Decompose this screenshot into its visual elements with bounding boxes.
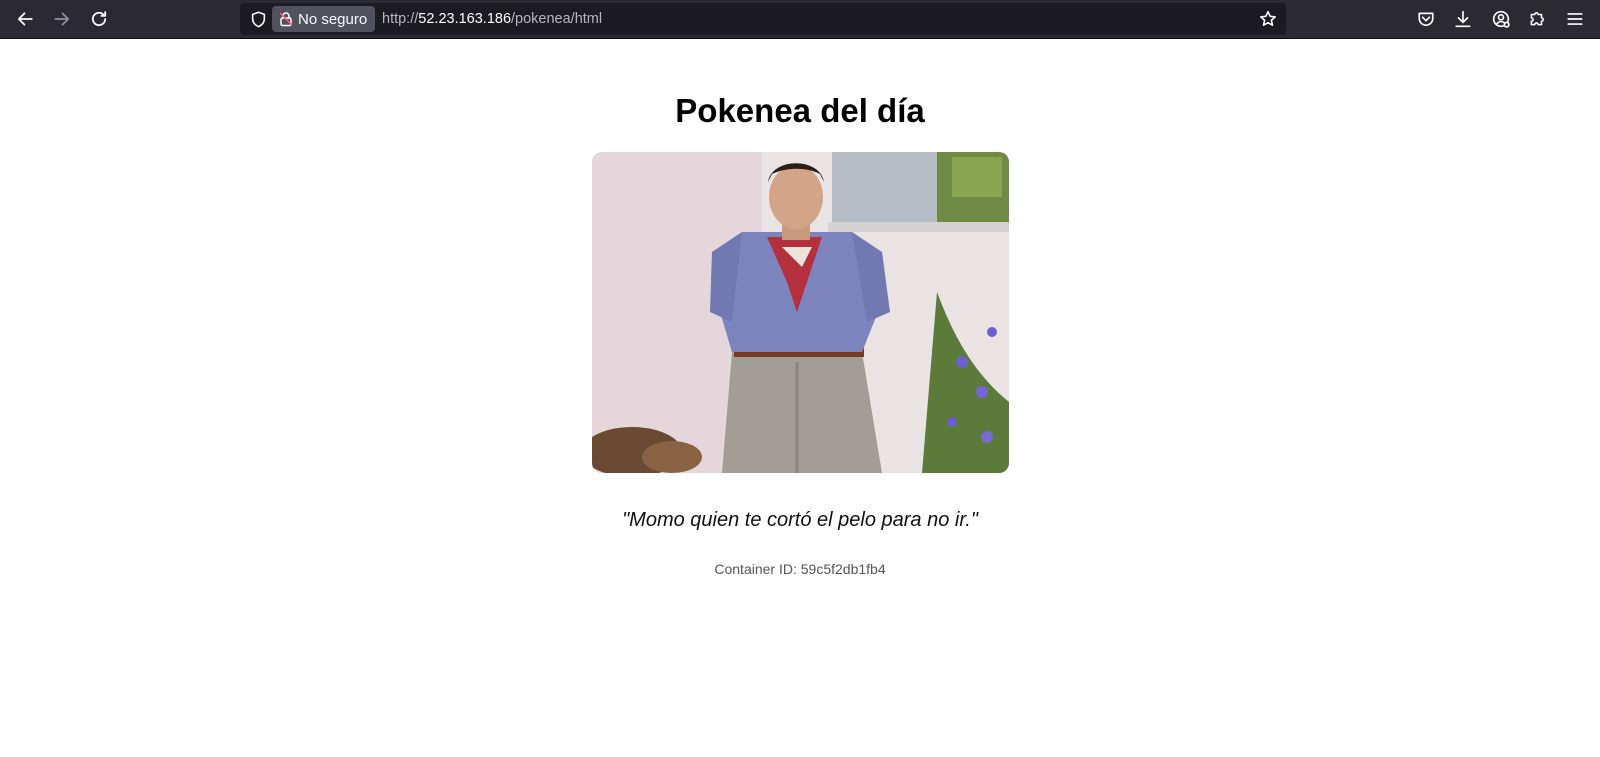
reload-icon [91,11,107,27]
pocket-button[interactable] [1411,4,1441,34]
tracking-protection-button[interactable] [246,7,270,31]
url-prefix: http:// [382,11,419,27]
pokenea-quote: "Momo quien te cortó el pelo para no ir.… [622,509,978,531]
page-title: Pokenea del día [675,92,925,129]
url-text[interactable]: http://52.23.163.186/pokenea/html [382,3,602,35]
arrow-left-icon [17,12,33,26]
back-button[interactable] [10,4,40,34]
address-bar[interactable]: No seguro http://52.23.163.186/pokenea/h… [240,3,1286,35]
arrow-right-icon [54,12,70,26]
extensions-button[interactable] [1522,4,1552,34]
app-menu-button[interactable] [1560,4,1590,34]
extensions-icon [1530,12,1544,26]
url-host: 52.23.163.186 [418,11,512,27]
site-security-button[interactable]: No seguro [272,6,376,32]
account-button[interactable] [1486,4,1516,34]
hamburger-menu-icon [1567,13,1583,25]
downloads-button[interactable] [1448,4,1478,34]
pocket-icon [1418,12,1434,27]
download-icon [1455,10,1471,28]
account-icon [1492,10,1510,28]
forward-button[interactable] [47,4,77,34]
star-icon [1260,10,1276,26]
pokenea-image [592,152,1009,473]
browser-toolbar: No seguro http://52.23.163.186/pokenea/h… [0,0,1600,39]
bookmark-button[interactable] [1256,7,1280,31]
url-path: /pokenea/html [511,11,603,27]
pokenea-photo [592,152,1009,473]
shield-icon [251,10,265,27]
container-id: Container ID: 59c5f2db1fb4 [714,561,886,577]
insecure-lock-icon [279,12,293,27]
security-label: No seguro [298,10,368,28]
page-content: Pokenea del día "Momo quien te cortó el … [0,40,1600,757]
reload-button[interactable] [84,4,114,34]
